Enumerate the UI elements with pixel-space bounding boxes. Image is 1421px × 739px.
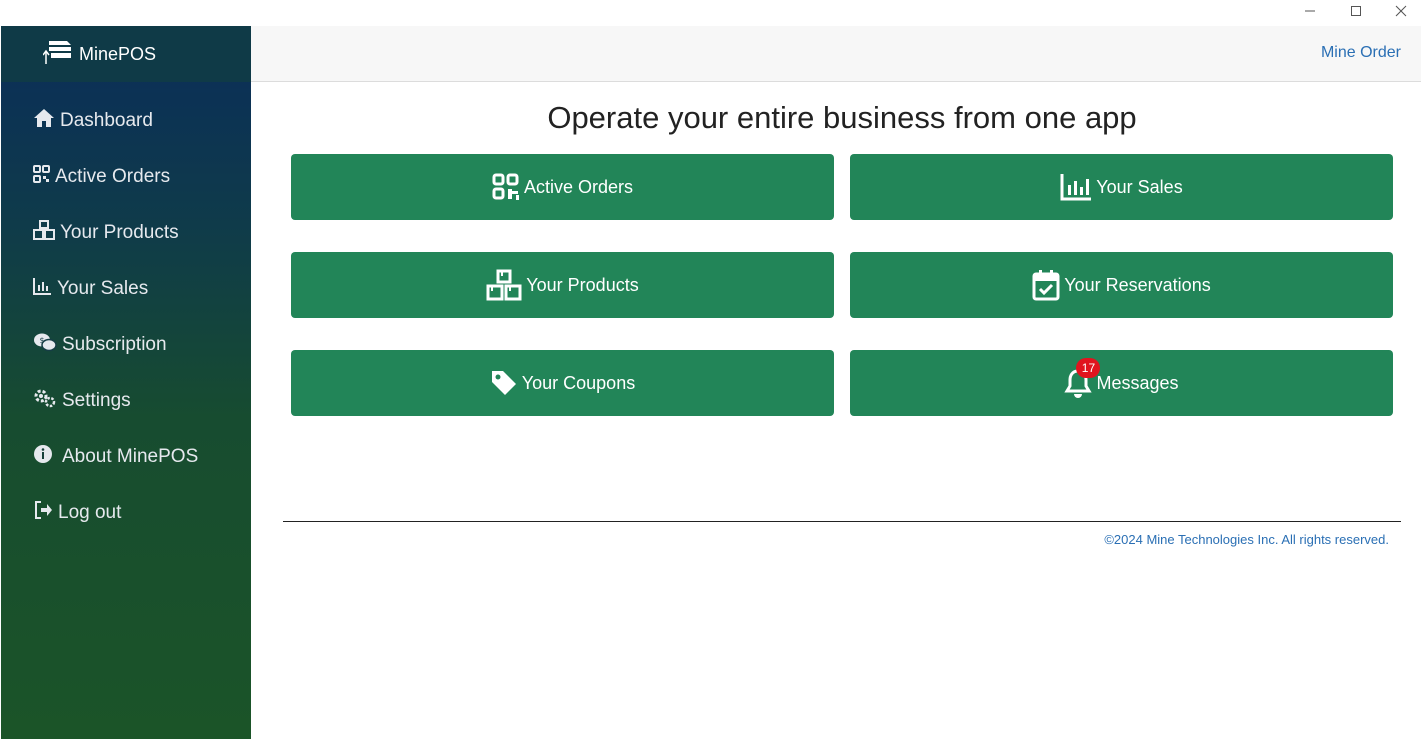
sidebar-item-dashboard[interactable]: Dashboard: [33, 106, 153, 136]
boxes-icon: [486, 269, 522, 301]
sidebar-item-label: Your Sales: [57, 278, 149, 299]
window-titlebar: [0, 0, 1421, 26]
your-sales-button[interactable]: Your Sales: [850, 154, 1393, 220]
logo-icon: [42, 39, 73, 70]
sidebar-item-your-products[interactable]: Your Products: [33, 218, 179, 248]
tile-label: Active Orders: [523, 176, 634, 197]
chart-icon: [1060, 173, 1092, 201]
maximize-icon[interactable]: [1334, 0, 1378, 22]
sidebar-item-label: About MinePOS: [62, 446, 199, 467]
home-icon: [33, 108, 60, 134]
your-products-button[interactable]: Your Products: [291, 252, 834, 318]
tile-label: Your Reservations: [1064, 274, 1211, 295]
bell-icon: 17: [1064, 358, 1101, 398]
sidebar-item-your-sales[interactable]: Your Sales: [33, 274, 148, 304]
sidebar-item-label: Settings: [62, 390, 131, 411]
sign-out-icon: [33, 500, 58, 526]
chart-icon: [33, 277, 57, 301]
mine-order-link[interactable]: Mine Order: [1321, 44, 1401, 62]
gears-icon: [33, 388, 62, 414]
tile-label: Your Products: [526, 274, 639, 295]
sidebar-item-label: Subscription: [62, 334, 167, 355]
calendar-check-icon: [1032, 269, 1060, 301]
active-orders-button[interactable]: Active Orders: [291, 154, 834, 220]
sidebar-item-active-orders[interactable]: Active Orders: [33, 162, 170, 192]
sidebar-item-label: Active Orders: [55, 166, 171, 187]
copyright-text: ©2024 Mine Technologies Inc. All rights …: [1104, 532, 1389, 547]
qr-code-icon: [492, 173, 520, 201]
brand-name: MinePOS: [79, 43, 157, 64]
sidebar-item-about[interactable]: About MinePOS: [33, 442, 198, 472]
sidebar-item-label: Your Products: [60, 222, 179, 243]
sidebar: MinePOS Dashboard Active Orders Your Pro…: [1, 26, 251, 739]
tile-label: Your Sales: [1096, 176, 1183, 197]
qr-code-icon: [33, 165, 55, 189]
comments-dollar-icon: $: [33, 332, 62, 358]
sidebar-item-label: Dashboard: [60, 110, 153, 131]
your-reservations-button[interactable]: Your Reservations: [850, 252, 1393, 318]
tag-icon: [490, 369, 518, 397]
tile-label: Messages: [1096, 372, 1179, 393]
info-icon: [33, 444, 62, 470]
sidebar-item-settings[interactable]: Settings: [33, 386, 131, 416]
svg-text:$: $: [39, 336, 44, 345]
sidebar-item-label: Log out: [58, 502, 122, 523]
page-title: Operate your entire business from one ap…: [547, 100, 1137, 135]
brand[interactable]: MinePOS: [1, 26, 251, 82]
sidebar-item-subscription[interactable]: $ Subscription: [33, 330, 167, 360]
sidebar-item-logout[interactable]: Log out: [33, 498, 121, 528]
tile-label: Your Coupons: [521, 372, 636, 393]
notification-badge: 17: [1076, 358, 1101, 378]
minimize-icon[interactable]: [1288, 0, 1332, 22]
boxes-icon: [33, 220, 60, 246]
close-icon[interactable]: [1379, 0, 1421, 22]
messages-button[interactable]: 17 Messages: [850, 350, 1393, 416]
top-header: Mine Order: [251, 26, 1421, 82]
footer-divider: [283, 521, 1401, 522]
your-coupons-button[interactable]: Your Coupons: [291, 350, 834, 416]
